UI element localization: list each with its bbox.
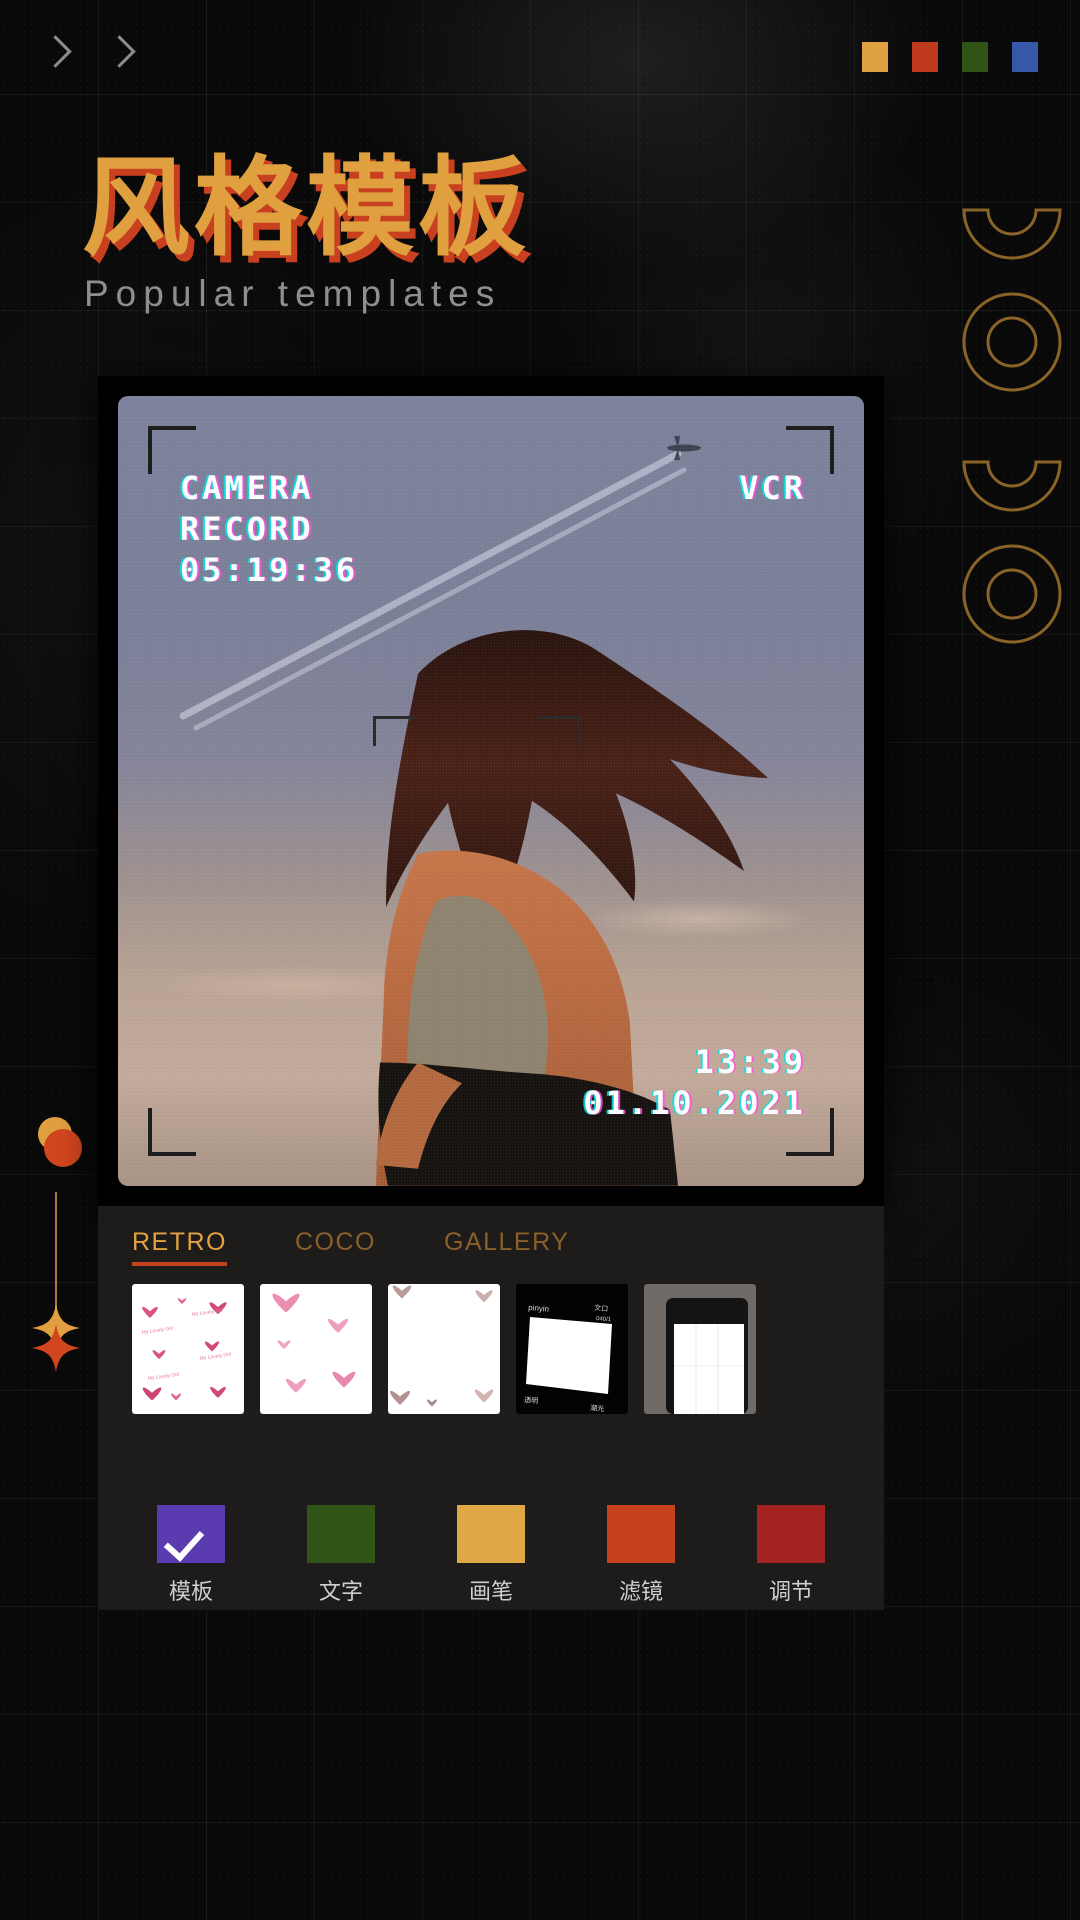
- thumb-hearts-scatter[interactable]: My Lovely Girl My Lovely Girl My Lovely Gi…: [132, 1284, 244, 1414]
- preview-photo: CAMERA RECORD 05:19:36 VCR 13:39 01.10.2021: [118, 396, 864, 1186]
- viewfinder-bracket-top-left: [148, 426, 196, 474]
- vcr-stamp-time: 13:39: [694, 1043, 806, 1082]
- decoration-sparkle-stars: [32, 1304, 80, 1372]
- photo-clouds: [118, 838, 864, 1076]
- swatch-green[interactable]: [962, 42, 988, 72]
- tool-4[interactable]: 调节: [732, 1504, 850, 1606]
- chevron-right-icon-1[interactable]: [40, 32, 70, 76]
- viewfinder-bracket-top-right: [786, 426, 834, 474]
- page-subtitle: Popular templates: [84, 273, 502, 314]
- page-title: 风格模板: [82, 146, 531, 271]
- viewfinder-bracket-center-left: [373, 716, 415, 746]
- tab-coco[interactable]: COCO: [295, 1228, 376, 1266]
- bottom-toolbar: 模板 文字 画笔 滤镜 调节: [98, 1500, 884, 1610]
- viewfinder-bracket-bottom-right: [786, 1108, 834, 1156]
- swatch-blue[interactable]: [1012, 42, 1038, 72]
- chevron-group: [40, 32, 134, 76]
- tool-label-4: 调节: [768, 1579, 813, 1605]
- template-tab-row: RETRO COCO GALLERY: [132, 1228, 569, 1266]
- thumb-phone-screen[interactable]: [644, 1284, 756, 1414]
- photo-subject-silhouette: [376, 630, 768, 1186]
- swatch-red[interactable]: [912, 42, 938, 72]
- svg-text:My Lovely Girl: My Lovely Girl: [191, 1308, 223, 1318]
- svg-text:My Lovely Girl: My Lovely Girl: [199, 1352, 231, 1362]
- decoration-circle-red: [44, 1129, 82, 1167]
- preview-card[interactable]: CAMERA RECORD 05:19:36 VCR 13:39 01.10.2021: [98, 376, 884, 1206]
- template-thumbnail-row: My Lovely Girl My Lovely Girl My Lovely Gi…: [132, 1284, 756, 1414]
- chevron-right-icon-2[interactable]: [104, 32, 134, 76]
- swatch-amber[interactable]: [862, 42, 888, 72]
- tool-3[interactable]: 滤镜: [582, 1504, 700, 1606]
- viewfinder-bracket-center-right: [538, 716, 580, 746]
- tool-swatch-3[interactable]: [607, 1504, 675, 1563]
- color-swatch-row: [862, 42, 1038, 72]
- tool-label-0: 模板: [168, 1579, 213, 1605]
- vcr-mode-label: VCR: [739, 469, 806, 507]
- svg-text:My Lovely Girl: My Lovely Girl: [141, 1326, 173, 1336]
- tool-swatch-2[interactable]: [457, 1504, 525, 1563]
- decoration-circles: [38, 1117, 94, 1173]
- tool-2[interactable]: 画笔: [432, 1504, 550, 1606]
- tool-1[interactable]: 文字: [282, 1504, 400, 1606]
- vcr-label-camera: CAMERA: [180, 469, 314, 507]
- svg-text:pinyin: pinyin: [528, 1303, 550, 1314]
- viewfinder-bracket-bottom-left: [148, 1108, 196, 1156]
- vcr-status-block: CAMERA RECORD 05:19:36: [180, 468, 358, 591]
- tool-swatch-0[interactable]: [157, 1504, 225, 1563]
- tab-retro[interactable]: RETRO: [132, 1228, 227, 1266]
- svg-text:透明: 透明: [524, 1396, 539, 1405]
- check-icon: [171, 1523, 211, 1545]
- tool-label-1: 文字: [318, 1579, 363, 1605]
- template-panel: RETRO COCO GALLERY My Lovely Girl My Lovely…: [98, 1206, 884, 1500]
- svg-text:My Lovely Girl: My Lovely Girl: [147, 1372, 179, 1382]
- vcr-timecode: 05:19:36: [180, 550, 359, 589]
- tool-swatch-4[interactable]: [757, 1504, 825, 1563]
- tool-0[interactable]: 模板: [132, 1504, 250, 1606]
- top-bar: [0, 0, 1080, 110]
- tool-label-3: 滤镜: [618, 1579, 663, 1605]
- thumb-hearts-large[interactable]: [260, 1284, 372, 1414]
- vcr-stamp-date: 01.10.2021: [583, 1084, 806, 1123]
- photo-contrail: [179, 436, 701, 731]
- tool-swatch-1[interactable]: [307, 1504, 375, 1563]
- tab-gallery[interactable]: GALLERY: [444, 1228, 569, 1266]
- thumb-black-frame[interactable]: pinyin 文口 040/1 透明 潮光: [516, 1284, 628, 1414]
- vertical-coco-outline: [962, 208, 1062, 644]
- thumb-pearl-hearts[interactable]: [388, 1284, 500, 1414]
- vcr-label-record: RECORD: [180, 509, 314, 548]
- app-screen: 风格模板 Popular templates CAMERA RECORD 05:…: [0, 0, 1080, 1920]
- tool-label-2: 画笔: [468, 1579, 513, 1605]
- vcr-timestamp-block: 13:39 01.10.2021: [583, 1042, 806, 1124]
